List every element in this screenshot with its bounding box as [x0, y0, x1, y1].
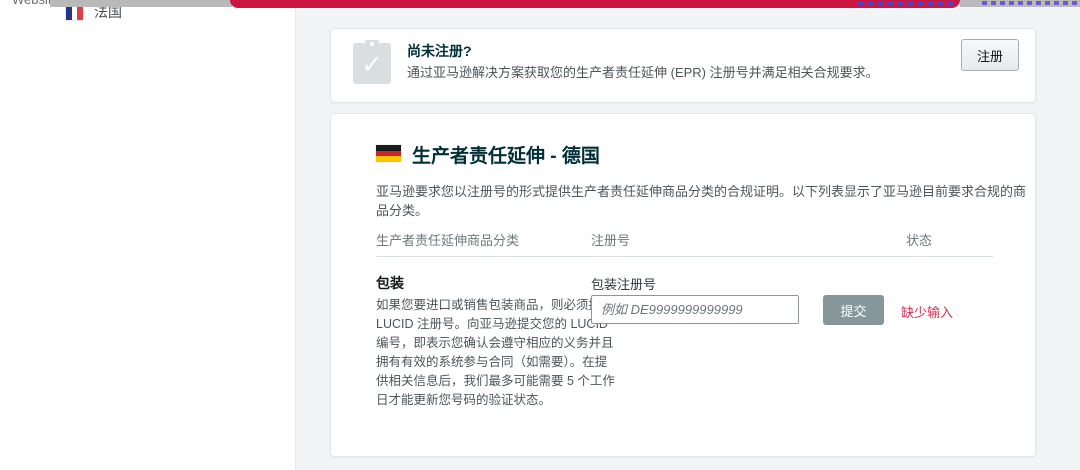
- epr-card-description: 亚马逊要求您以注册号的形式提供生产者责任延伸商品分类的合规证明。以下列表显示了亚…: [376, 181, 1035, 219]
- status-badge: 缺少输入: [901, 302, 953, 321]
- registration-number-input[interactable]: [591, 295, 799, 324]
- register-card-title: 尚未注册?: [407, 41, 472, 61]
- germany-flag-icon: [376, 145, 401, 162]
- epr-germany-card: 生产者责任延伸 - 德国 亚马逊要求您以注册号的形式提供生产者责任延伸商品分类的…: [330, 113, 1036, 457]
- notification-banner-clipped[interactable]: [230, 0, 960, 8]
- clipped-banner-link-text: [858, 1, 954, 5]
- register-button[interactable]: 注册: [961, 39, 1019, 71]
- top-gray-strip: [50, 0, 232, 7]
- submit-button[interactable]: 提交: [823, 295, 884, 325]
- column-header-category: 生产者责任延伸商品分类: [376, 230, 519, 249]
- table-header-divider: [376, 256, 993, 257]
- category-description: 如果您要进口或销售包装商品，则必须提供 LUCID 注册号。向亚马逊提交您的 L…: [376, 296, 616, 410]
- column-header-registration-number: 注册号: [591, 230, 630, 249]
- register-card-description: 通过亚马逊解决方案获取您的生产者责任延伸 (EPR) 注册号并满足相关合规要求。: [407, 62, 879, 81]
- clipboard-check-icon: ✓: [353, 40, 391, 84]
- column-header-status: 状态: [906, 230, 932, 249]
- left-panel: Website 法国: [0, 0, 296, 470]
- top-right-strip-clipped[interactable]: [960, 0, 1080, 7]
- epr-card-title: 生产者责任延伸 - 德国: [412, 141, 600, 168]
- category-name: 包装: [376, 273, 404, 293]
- clipped-link-text: [982, 1, 1078, 5]
- register-card: ✓ 尚未注册? 通过亚马逊解决方案获取您的生产者责任延伸 (EPR) 注册号并满…: [330, 28, 1036, 103]
- registration-number-label: 包装注册号: [591, 274, 656, 293]
